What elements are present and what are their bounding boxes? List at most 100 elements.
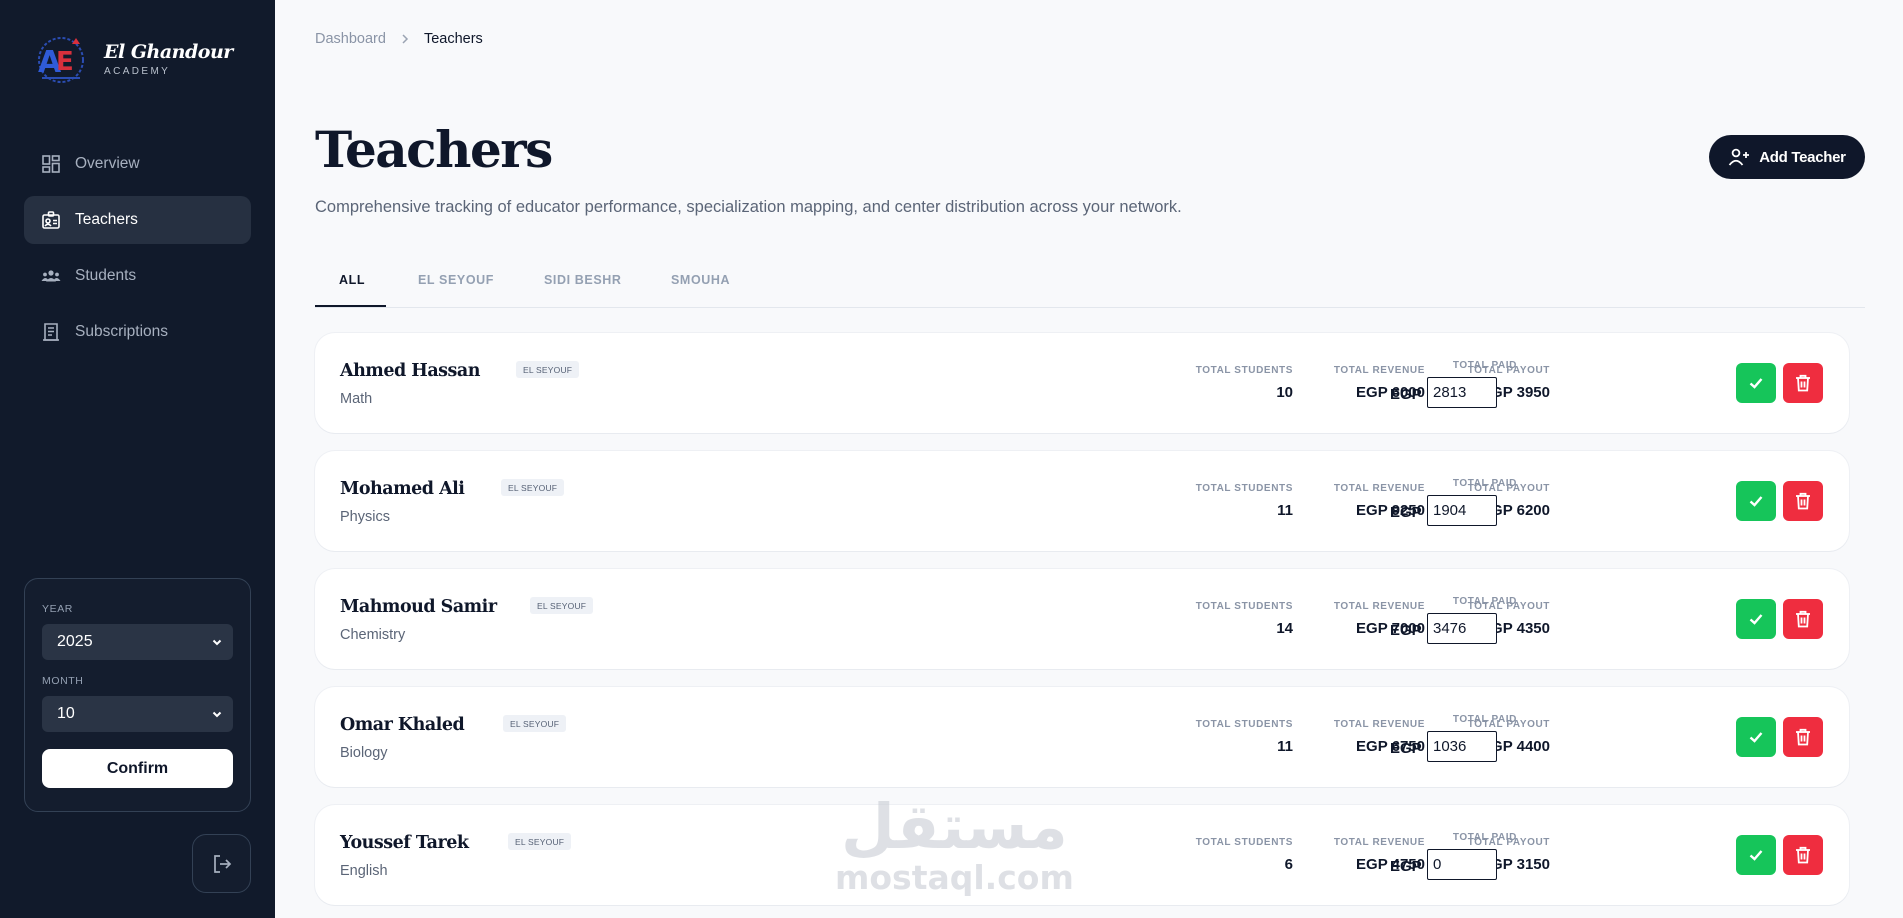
total-paid-input[interactable] — [1427, 377, 1497, 408]
stat-value: 6 — [1284, 856, 1293, 873]
stat-value: 10 — [1276, 384, 1293, 401]
stat-label: TOTAL STUDENTS — [1195, 719, 1293, 730]
logout-button[interactable] — [192, 834, 251, 893]
teacher-name: Youssef Tarek — [340, 833, 469, 853]
nav-item-label: Overview — [75, 155, 140, 172]
center-badge: EL SEYOUF — [516, 361, 580, 378]
stat-label: TOTAL PAID — [1452, 832, 1517, 843]
page-subtitle: Comprehensive tracking of educator perfo… — [315, 198, 1182, 216]
brand[interactable]: A E El Ghandour ACADEMY — [32, 34, 233, 84]
period-selector: YEAR 2025 MONTH 10 Confirm — [24, 578, 251, 812]
add-teacher-label: Add Teacher — [1759, 148, 1846, 166]
currency-label: EGP — [1390, 740, 1422, 757]
add-teacher-button[interactable]: Add Teacher — [1709, 135, 1865, 179]
main-nav: Overview Teachers Students Subscriptions — [24, 140, 251, 364]
stat-label: TOTAL STUDENTS — [1195, 483, 1293, 494]
stat-label: TOTAL PAID — [1452, 360, 1517, 371]
users-icon — [41, 270, 61, 282]
total-paid-input[interactable] — [1427, 613, 1497, 644]
page-title: Teachers — [315, 120, 553, 179]
dashboard-icon — [42, 155, 60, 173]
tab-all[interactable]: ALL — [339, 273, 365, 287]
total-paid-input[interactable] — [1427, 495, 1497, 526]
check-icon — [1749, 732, 1763, 743]
month-select[interactable]: 10 — [42, 696, 233, 732]
chevron-down-icon — [212, 711, 222, 718]
year-label: YEAR — [42, 603, 73, 615]
teacher-name: Ahmed Hassan — [340, 361, 480, 381]
tab-el-seyouf[interactable]: EL SEYOUF — [418, 273, 494, 287]
brand-subtitle: ACADEMY — [104, 66, 171, 77]
teacher-subject: English — [340, 863, 388, 879]
teacher-subject: Biology — [340, 745, 388, 761]
stat-value: 11 — [1277, 502, 1293, 519]
user-plus-icon — [1729, 148, 1750, 166]
center-badge: EL SEYOUF — [530, 597, 594, 614]
year-select[interactable]: 2025 — [42, 624, 233, 660]
trash-icon — [1796, 610, 1810, 628]
month-label: MONTH — [42, 675, 84, 687]
check-icon — [1749, 614, 1763, 625]
paid-group: TOTAL PAID EGP — [1390, 333, 1517, 433]
month-value: 10 — [57, 705, 75, 722]
check-icon — [1749, 378, 1763, 389]
stat-label: TOTAL PAID — [1452, 596, 1517, 607]
center-tabs: ALL EL SEYOUF SIDI BESHR SMOUHA — [315, 258, 1865, 308]
trash-icon — [1796, 846, 1810, 864]
chevron-right-icon — [402, 34, 408, 44]
stat-label: TOTAL STUDENTS — [1195, 837, 1293, 848]
confirm-button[interactable]: Confirm — [42, 749, 233, 788]
id-badge-icon — [42, 211, 60, 229]
delete-button[interactable] — [1783, 835, 1823, 875]
year-value: 2025 — [57, 633, 93, 650]
breadcrumb-dashboard[interactable]: Dashboard — [315, 31, 386, 47]
main-content: Dashboard Teachers Teachers Comprehensiv… — [275, 0, 1903, 918]
sidebar: A E El Ghandour ACADEMY Overview Teacher… — [0, 0, 275, 918]
stat-students: TOTAL STUDENTS 14 — [1196, 601, 1293, 637]
teacher-card: Mahmoud Samir EL SEYOUF Chemistry TOTAL … — [315, 569, 1849, 669]
nav-item-overview[interactable]: Overview — [24, 140, 251, 188]
total-paid-input[interactable] — [1427, 731, 1497, 762]
stat-students: TOTAL STUDENTS 11 — [1196, 483, 1293, 519]
delete-button[interactable] — [1783, 481, 1823, 521]
approve-button[interactable] — [1736, 835, 1776, 875]
approve-button[interactable] — [1736, 599, 1776, 639]
approve-button[interactable] — [1736, 363, 1776, 403]
stat-label: TOTAL STUDENTS — [1195, 601, 1293, 612]
total-paid-input[interactable] — [1427, 849, 1497, 880]
stat-value: 11 — [1277, 738, 1293, 755]
stat-value: 14 — [1276, 620, 1293, 637]
approve-button[interactable] — [1736, 717, 1776, 757]
breadcrumb: Dashboard Teachers — [315, 31, 483, 47]
nav-item-label: Teachers — [75, 211, 138, 228]
currency-label: EGP — [1390, 622, 1422, 639]
stat-students: TOTAL STUDENTS 11 — [1196, 719, 1293, 755]
active-tab-indicator — [315, 305, 386, 307]
teacher-subject: Chemistry — [340, 627, 406, 643]
logout-icon — [213, 854, 231, 873]
svg-text:E: E — [56, 47, 74, 77]
center-badge: EL SEYOUF — [508, 833, 572, 850]
approve-button[interactable] — [1736, 481, 1776, 521]
paid-group: TOTAL PAID EGP — [1390, 451, 1517, 551]
check-icon — [1749, 850, 1763, 861]
chevron-down-icon — [212, 639, 222, 646]
nav-item-subscriptions[interactable]: Subscriptions — [24, 308, 251, 356]
nav-item-teachers[interactable]: Teachers — [24, 196, 251, 244]
teacher-name: Mahmoud Samir — [340, 597, 497, 617]
paid-group: TOTAL PAID EGP — [1390, 805, 1517, 905]
tab-smouha[interactable]: SMOUHA — [671, 273, 730, 287]
delete-button[interactable] — [1783, 717, 1823, 757]
teacher-name: Omar Khaled — [340, 715, 465, 735]
currency-label: EGP — [1390, 386, 1422, 403]
tab-sidi-beshr[interactable]: SIDI BESHR — [544, 273, 622, 287]
nav-item-students[interactable]: Students — [24, 252, 251, 300]
trash-icon — [1796, 728, 1810, 746]
nav-item-label: Subscriptions — [75, 323, 169, 340]
teacher-name: Mohamed Ali — [340, 479, 465, 499]
teacher-subject: Physics — [340, 509, 390, 525]
delete-button[interactable] — [1783, 599, 1823, 639]
teacher-card: Youssef Tarek EL SEYOUF English TOTAL ST… — [315, 805, 1849, 905]
breadcrumb-current: Teachers — [423, 31, 483, 47]
delete-button[interactable] — [1783, 363, 1823, 403]
